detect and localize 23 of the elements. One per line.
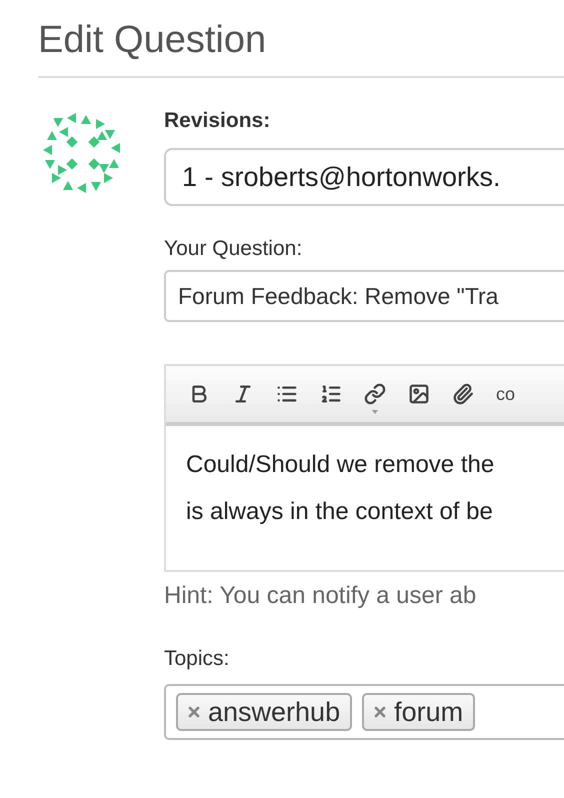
revisions-select[interactable]: 1 - sroberts@hortonworks. <box>164 148 564 206</box>
topics-label: Topics: <box>164 646 230 672</box>
image-icon <box>408 383 430 405</box>
attach-button[interactable] <box>452 383 474 405</box>
code-button[interactable]: co <box>496 384 516 404</box>
topic-tag: forum <box>362 693 476 731</box>
topics-field[interactable]: answerhub forum <box>164 684 564 740</box>
remove-icon[interactable] <box>372 704 388 720</box>
caret-icon <box>372 410 378 414</box>
topic-tag: answerhub <box>176 693 352 731</box>
revisions-label: Revisions: <box>164 108 272 134</box>
question-label: Your Question: <box>164 236 304 262</box>
image-button[interactable] <box>408 383 430 405</box>
editor-text-line: is always in the context of be <box>186 497 494 526</box>
numbered-list-icon <box>320 383 342 405</box>
editor-text-line: Could/Should we remove the <box>186 450 496 479</box>
numbered-list-button[interactable] <box>320 383 342 405</box>
paperclip-icon <box>452 383 474 405</box>
hint-text: Hint: You can notify a user ab <box>164 582 478 610</box>
link-icon <box>364 383 386 405</box>
page-title: Edit Question <box>38 18 268 63</box>
remove-icon[interactable] <box>186 704 202 720</box>
question-field[interactable]: Forum Feedback: Remove "Tra <box>164 270 564 322</box>
